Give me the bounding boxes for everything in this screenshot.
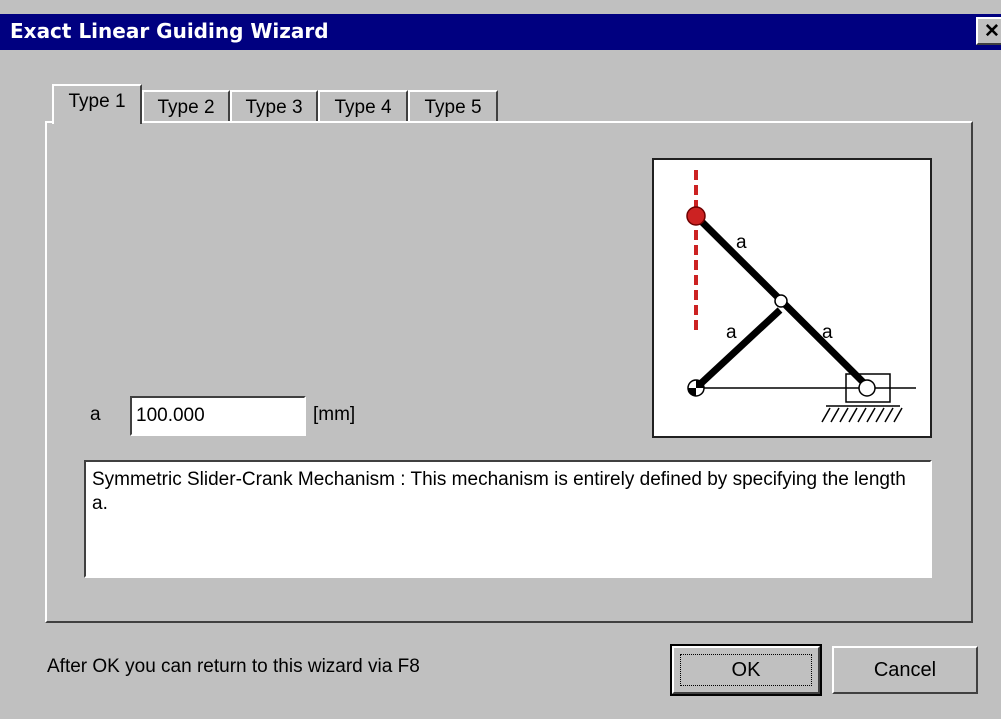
tab-label: Type 3 <box>245 97 303 118</box>
param-a-input[interactable] <box>130 396 306 436</box>
tab-label: Type 1 <box>68 91 126 112</box>
param-a-label: a <box>90 404 101 425</box>
mechanism-diagram: a a a <box>652 158 932 438</box>
ground-pivot <box>687 379 705 397</box>
wizard-dialog: Exact Linear Guiding Wizard ✕ Type 1 Typ… <box>0 0 1001 719</box>
wizard-hint: After OK you can return to this wizard v… <box>47 656 420 677</box>
crank-link <box>693 307 783 391</box>
description-box: Symmetric Slider-Crank Mechanism : This … <box>84 460 932 578</box>
tab-type-1[interactable]: Type 1 <box>52 84 142 124</box>
tab-label: Type 5 <box>424 97 482 118</box>
link-label-lower: a <box>822 322 833 343</box>
ground-hatch <box>821 405 903 423</box>
window-title: Exact Linear Guiding Wizard <box>10 19 329 43</box>
cancel-label: Cancel <box>873 659 937 681</box>
ok-label: OK <box>731 659 761 681</box>
close-button[interactable]: ✕ <box>976 17 1001 45</box>
param-a-unit: [mm] <box>313 404 356 425</box>
tab-label: Type 4 <box>334 97 392 118</box>
slider-joint <box>858 379 876 397</box>
link-label-upper: a <box>736 232 747 253</box>
cancel-button[interactable]: Cancel <box>832 646 978 694</box>
title-bar[interactable]: Exact Linear Guiding Wizard ✕ <box>0 14 1001 50</box>
slider-crank-drawing: a a a <box>686 170 916 423</box>
middle-joint <box>774 294 788 308</box>
tracing-point <box>686 206 706 226</box>
ok-button[interactable]: OK <box>670 644 822 696</box>
link-label-crank: a <box>726 322 737 343</box>
close-icon: ✕ <box>984 21 1000 42</box>
tab-label: Type 2 <box>157 97 215 118</box>
